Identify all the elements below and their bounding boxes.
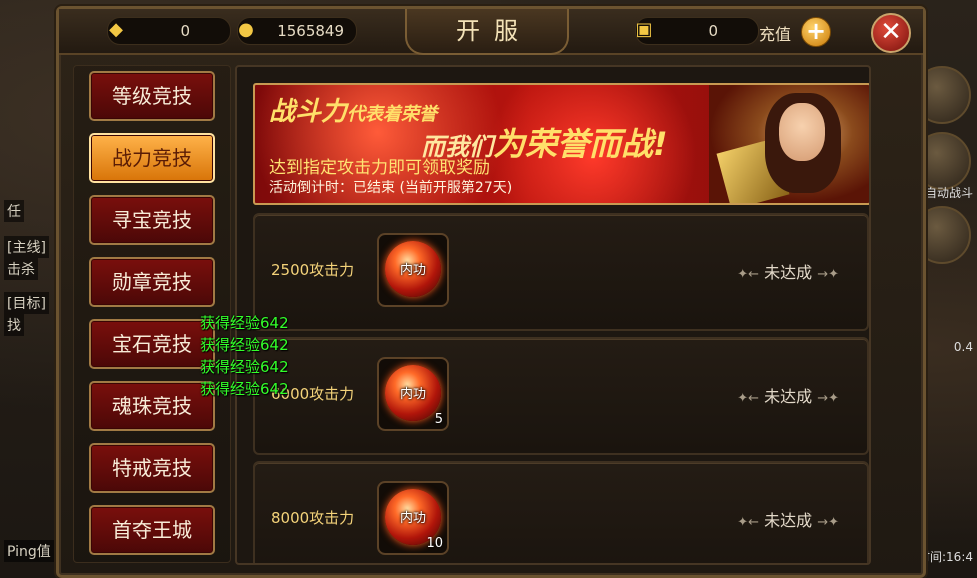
item-name: 内功 [399, 263, 426, 278]
tab-label: 首夺王城 [112, 518, 192, 542]
reward-row: 2500攻击力 内功 ✦← 未达成 →✦ [253, 213, 869, 331]
tab-first-capture-city[interactable]: 首夺王城 [89, 505, 215, 555]
time-label: 时间:16:4 [918, 550, 973, 564]
banner-slogan-big: 为荣誉而战! [493, 125, 668, 163]
reward-item-slot[interactable]: 内功 [377, 233, 449, 307]
item-count: 5 [434, 412, 443, 427]
reward-item-slot[interactable]: 内功 10 [377, 481, 449, 555]
tab-label: 勋章竞技 [112, 270, 192, 294]
coin-value: 1565849 [277, 22, 344, 40]
banner-headline-main: 战斗力 [269, 97, 348, 127]
tab-power-contest[interactable]: 战力竞技 [89, 133, 215, 183]
left-hud: 任 [主线] 击杀 [目标] 找 Ping值 [0, 0, 60, 578]
tab-label: 寻宝竞技 [112, 208, 192, 232]
reward-panel: 战斗力代表着荣誉 而我们为荣誉而战! 达到指定攻击力即可领取奖励 活动倒计时：已… [235, 65, 871, 565]
arrow-left-icon: ✦← [737, 515, 759, 530]
tab-soul-orb-contest[interactable]: 魂珠竞技 [89, 381, 215, 431]
main-quest-tag[interactable]: [主线] [4, 236, 49, 258]
event-banner: 战斗力代表着荣誉 而我们为荣誉而战! 达到指定攻击力即可领取奖励 活动倒计时：已… [253, 83, 869, 205]
auto-battle-label: 自动战斗 [924, 186, 973, 200]
ingot-counter: ◆ 0 [107, 17, 231, 45]
reward-row: 6000攻击力 内功 5 ✦← 未达成 →✦ [253, 337, 869, 455]
heroine-face [779, 103, 825, 161]
target-tag[interactable]: [目标] [4, 292, 49, 314]
tab-treasure-contest[interactable]: 寻宝竞技 [89, 195, 215, 245]
status-text: 未达成 [764, 263, 813, 282]
open-server-window: ◆ 0 ● 1565849 开服 ▣ 0 充值 + ✕ 等级竞技 战力竞技 寻宝… [56, 6, 926, 578]
banner-countdown: 活动倒计时：已结束 (当前开服第27天) [269, 180, 513, 196]
reward-row: 8000攻击力 内功 10 ✦← 未达成 →✦ [253, 461, 869, 563]
exp-gain-message: 获得经验642 [200, 358, 289, 376]
tab-medal-contest[interactable]: 勋章竞技 [89, 257, 215, 307]
status-label: ✦← 未达成 →✦ [737, 383, 839, 407]
ingot-value: 0 [180, 22, 190, 40]
tab-gem-contest[interactable]: 宝石竞技 [89, 319, 215, 369]
tab-label: 宝石竞技 [112, 332, 192, 356]
heroine-artwork [709, 85, 869, 203]
exp-gain-message: 获得经验642 [200, 314, 289, 332]
ping-label: Ping值 [4, 540, 54, 562]
recharge-label[interactable]: 充值 [759, 21, 791, 45]
status-label: ✦← 未达成 →✦ [737, 507, 839, 531]
status-label: ✦← 未达成 →✦ [737, 259, 839, 283]
tab-ring-contest[interactable]: 特戒竞技 [89, 443, 215, 493]
close-button[interactable]: ✕ [871, 13, 911, 53]
arrow-left-icon: ✦← [737, 267, 759, 282]
recharge-plus-button[interactable]: + [801, 17, 831, 47]
item-name: 内功 [399, 387, 426, 402]
window-title: 开服 [456, 17, 532, 45]
coin-icon: ● [238, 19, 254, 40]
status-text: 未达成 [764, 511, 813, 530]
arrow-right-icon: →✦ [817, 267, 839, 282]
tab-level-contest[interactable]: 等级竞技 [89, 71, 215, 121]
reward-item-slot[interactable]: 内功 5 [377, 357, 449, 431]
requirement-label: 8000攻击力 [271, 509, 355, 527]
status-text: 未达成 [764, 387, 813, 406]
find-tag: 找 [4, 314, 24, 336]
gift-icon: ▣ [635, 19, 653, 40]
exp-gain-message: 获得经验642 [200, 380, 289, 398]
tab-label: 战力竞技 [112, 146, 192, 170]
kill-tag: 击杀 [4, 258, 38, 280]
arrow-right-icon: →✦ [817, 515, 839, 530]
banner-description: 达到指定攻击力即可领取奖励 [269, 158, 490, 178]
banner-headline: 战斗力代表着荣誉 [269, 91, 437, 128]
arrow-right-icon: →✦ [817, 391, 839, 406]
top-bar: ◆ 0 ● 1565849 开服 ▣ 0 充值 + ✕ [59, 9, 923, 55]
window-title-plate: 开服 [405, 9, 569, 55]
tab-label: 等级竞技 [112, 84, 192, 108]
quest-tag[interactable]: 任 [4, 200, 24, 222]
item-count: 10 [426, 536, 443, 551]
arrow-left-icon: ✦← [737, 391, 759, 406]
tab-label: 特戒竞技 [112, 456, 192, 480]
coin-counter: ● 1565849 [237, 17, 357, 45]
skill-cooldown: 0.4 [953, 340, 973, 354]
gift-counter: ▣ 0 [635, 17, 759, 45]
requirement-label: 2500攻击力 [271, 261, 355, 279]
item-name: 内功 [399, 511, 426, 526]
ingot-icon: ◆ [109, 19, 123, 40]
tab-label: 魂珠竞技 [112, 394, 192, 418]
exp-gain-message: 获得经验642 [200, 336, 289, 354]
gift-value: 0 [708, 22, 718, 40]
